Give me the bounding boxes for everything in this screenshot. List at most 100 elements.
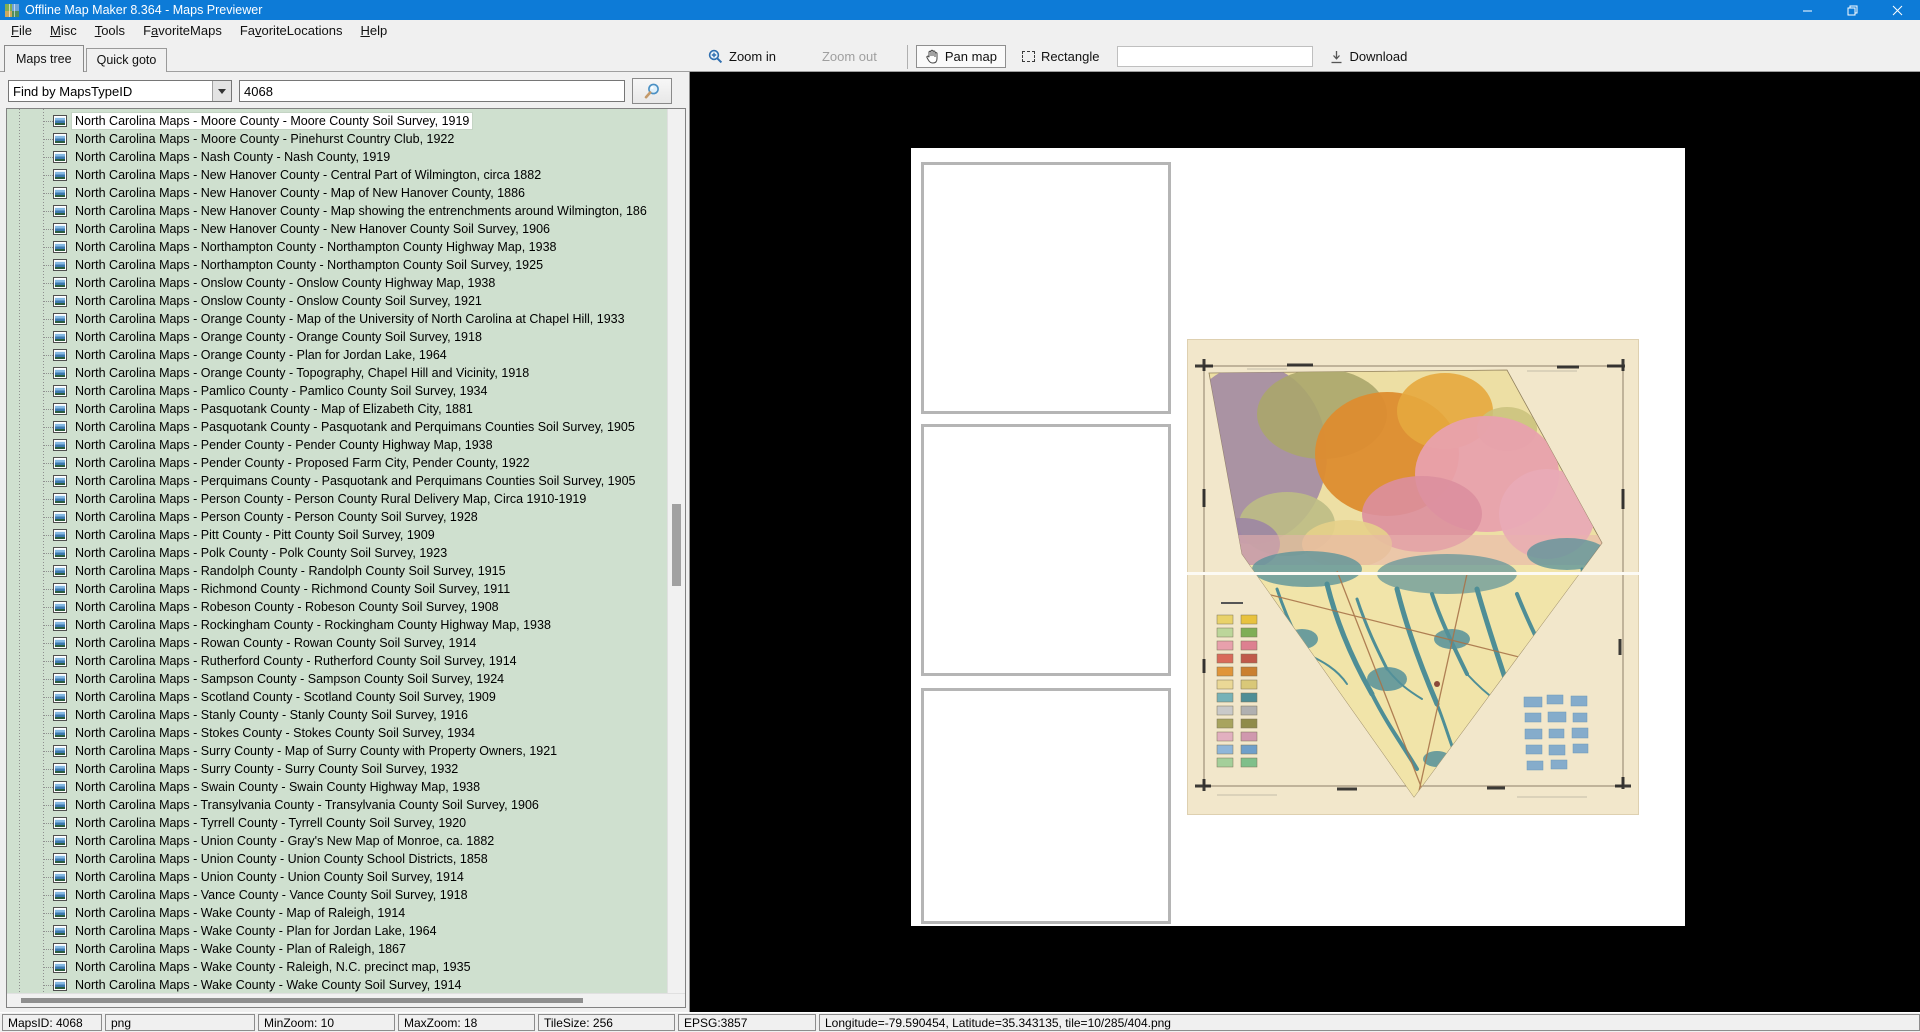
map-preview-canvas[interactable] — [690, 72, 1920, 1012]
tree-item[interactable]: North Carolina Maps - Wake County - Rale… — [7, 958, 667, 976]
minimize-button[interactable] — [1785, 0, 1830, 20]
tile-placeholder — [921, 162, 1171, 414]
tree-item-label: North Carolina Maps - Wake County - Plan… — [75, 942, 406, 956]
tree-item[interactable]: North Carolina Maps - Union County - Gra… — [7, 832, 667, 850]
tree-item[interactable]: North Carolina Maps - Union County - Uni… — [7, 868, 667, 886]
tree-item[interactable]: North Carolina Maps - Person County - Pe… — [7, 508, 667, 526]
tree-item[interactable]: North Carolina Maps - Pasquotank County … — [7, 418, 667, 436]
pan-map-button[interactable]: Pan map — [915, 45, 1006, 68]
tree-item[interactable]: North Carolina Maps - Sampson County - S… — [7, 670, 667, 688]
tree-item-label: North Carolina Maps - Wake County - Rale… — [75, 960, 471, 974]
menu-misc[interactable]: Misc — [41, 21, 86, 40]
download-button[interactable]: Download — [1322, 46, 1415, 67]
tree-item[interactable]: North Carolina Maps - Orange County - Ma… — [7, 310, 667, 328]
zoom-in-button[interactable]: Zoom in — [700, 46, 784, 67]
tree-item[interactable]: North Carolina Maps - Northampton County… — [7, 238, 667, 256]
vertical-scrollbar-thumb[interactable] — [672, 504, 681, 586]
tree-item[interactable]: North Carolina Maps - Swain County - Swa… — [7, 778, 667, 796]
find-by-dropdown[interactable]: Find by MapsTypeID — [8, 80, 232, 102]
tree-item[interactable]: North Carolina Maps - Tyrrell County - T… — [7, 814, 667, 832]
tree-item-label: North Carolina Maps - Rowan County - Row… — [75, 636, 477, 650]
tree-item[interactable]: North Carolina Maps - Wake County - Map … — [7, 904, 667, 922]
horizontal-scrollbar[interactable] — [7, 993, 685, 1007]
map-thumbnail-icon — [53, 727, 67, 739]
horizontal-scrollbar-thumb[interactable] — [21, 998, 583, 1003]
map-thumbnail-icon — [53, 349, 67, 361]
tree-item[interactable]: North Carolina Maps - Rockingham County … — [7, 616, 667, 634]
tree-item[interactable]: North Carolina Maps - Randolph County - … — [7, 562, 667, 580]
tree-item[interactable]: North Carolina Maps - Pitt County - Pitt… — [7, 526, 667, 544]
map-thumbnail-icon — [53, 241, 67, 253]
zoom-out-button[interactable]: Zoom out — [814, 46, 885, 67]
tree-item[interactable]: North Carolina Maps - Wake County - Plan… — [7, 940, 667, 958]
restore-button[interactable] — [1830, 0, 1875, 20]
tree-item[interactable]: North Carolina Maps - Surry County - Map… — [7, 742, 667, 760]
tree-item[interactable]: North Carolina Maps - Orange County - Or… — [7, 328, 667, 346]
rectangle-button[interactable]: Rectangle — [1014, 46, 1108, 67]
tree-item[interactable]: North Carolina Maps - Moore County - Moo… — [7, 112, 667, 130]
menu-tools[interactable]: Tools — [86, 21, 134, 40]
menubar: File Misc Tools FavoriteMaps FavoriteLocatio… — [0, 20, 1920, 41]
pan-hand-icon — [926, 49, 938, 64]
tree-item[interactable]: North Carolina Maps - Onslow County - On… — [7, 274, 667, 292]
tree-item[interactable]: North Carolina Maps - Nash County - Nash… — [7, 148, 667, 166]
tree-item[interactable]: North Carolina Maps - Robeson County - R… — [7, 598, 667, 616]
menu-file[interactable]: File — [2, 21, 41, 40]
tree-item-label: North Carolina Maps - Wake County - Plan… — [75, 924, 437, 938]
menu-help[interactable]: Help — [351, 21, 396, 40]
tree-item[interactable]: North Carolina Maps - Polk County - Polk… — [7, 544, 667, 562]
map-thumbnail-icon — [53, 403, 67, 415]
tree-item[interactable]: North Carolina Maps - New Hanover County… — [7, 166, 667, 184]
tree-item[interactable]: North Carolina Maps - Northampton County… — [7, 256, 667, 274]
tree-item[interactable]: North Carolina Maps - New Hanover County… — [7, 184, 667, 202]
tree-item[interactable]: North Carolina Maps - Perquimans County … — [7, 472, 667, 490]
tree-item[interactable]: North Carolina Maps - Scotland County - … — [7, 688, 667, 706]
tree-item-label: North Carolina Maps - Surry County - Sur… — [75, 762, 459, 776]
tree-item-label: North Carolina Maps - New Hanover County… — [75, 168, 542, 182]
close-icon — [1892, 5, 1903, 15]
tree-item[interactable]: North Carolina Maps - New Hanover County… — [7, 202, 667, 220]
tree-item-label: North Carolina Maps - Robeson County - R… — [75, 600, 499, 614]
tree-item-label: North Carolina Maps - Moore County - Pin… — [75, 132, 455, 146]
rectangle-label: Rectangle — [1040, 49, 1100, 64]
toolbar-text-field[interactable] — [1117, 46, 1314, 67]
tree-item[interactable]: North Carolina Maps - Surry County - Sur… — [7, 760, 667, 778]
map-thumbnail-icon — [53, 925, 67, 937]
tree-item[interactable]: North Carolina Maps - Wake County - Plan… — [7, 922, 667, 940]
tree-item[interactable]: North Carolina Maps - Onslow County - On… — [7, 292, 667, 310]
tree-item[interactable]: North Carolina Maps - Richmond County - … — [7, 580, 667, 598]
tree-item[interactable]: North Carolina Maps - Pender County - Pr… — [7, 454, 667, 472]
tree-item[interactable]: North Carolina Maps - New Hanover County… — [7, 220, 667, 238]
search-input[interactable] — [239, 80, 625, 102]
tree-item[interactable]: North Carolina Maps - Union County - Uni… — [7, 850, 667, 868]
menu-favoritemaps[interactable]: FavoriteMaps — [134, 21, 231, 40]
tab-quick-goto[interactable]: Quick goto — [85, 48, 168, 72]
tree-item[interactable]: North Carolina Maps - Person County - Pe… — [7, 490, 667, 508]
tab-strip: Maps tree Quick goto — [4, 45, 169, 72]
map-thumbnail-icon — [53, 475, 67, 487]
tree-item[interactable]: North Carolina Maps - Moore County - Pin… — [7, 130, 667, 148]
tree-item[interactable]: North Carolina Maps - Pamlico County - P… — [7, 382, 667, 400]
close-button[interactable] — [1875, 0, 1920, 20]
tree-item[interactable]: North Carolina Maps - Stanly County - St… — [7, 706, 667, 724]
map-thumbnail-icon — [53, 331, 67, 343]
tree-item[interactable]: North Carolina Maps - Vance County - Van… — [7, 886, 667, 904]
tree-item[interactable]: North Carolina Maps - Pasquotank County … — [7, 400, 667, 418]
tree-item[interactable]: North Carolina Maps - Orange County - Pl… — [7, 346, 667, 364]
tree-item[interactable]: North Carolina Maps - Wake County - Wake… — [7, 976, 667, 993]
tree-item[interactable]: North Carolina Maps - Rutherford County … — [7, 652, 667, 670]
map-thumbnail-icon — [53, 493, 67, 505]
tree-item-label: North Carolina Maps - Stokes County - St… — [75, 726, 475, 740]
tree-item[interactable]: North Carolina Maps - Pender County - Pe… — [7, 436, 667, 454]
vertical-scrollbar[interactable] — [667, 109, 685, 993]
tab-maps-tree[interactable]: Maps tree — [4, 45, 84, 72]
map-thumbnail-icon — [53, 133, 67, 145]
tree-item[interactable]: North Carolina Maps - Rowan County - Row… — [7, 634, 667, 652]
window-title: Offline Map Maker 8.364 - Maps Previewer — [25, 3, 263, 17]
menu-favoritelocations[interactable]: FavoriteLocations — [231, 21, 352, 40]
search-button[interactable] — [632, 78, 672, 104]
tree-item[interactable]: North Carolina Maps - Orange County - To… — [7, 364, 667, 382]
app-icon — [5, 3, 19, 17]
tree-item[interactable]: North Carolina Maps - Transylvania Count… — [7, 796, 667, 814]
tree-item[interactable]: North Carolina Maps - Stokes County - St… — [7, 724, 667, 742]
